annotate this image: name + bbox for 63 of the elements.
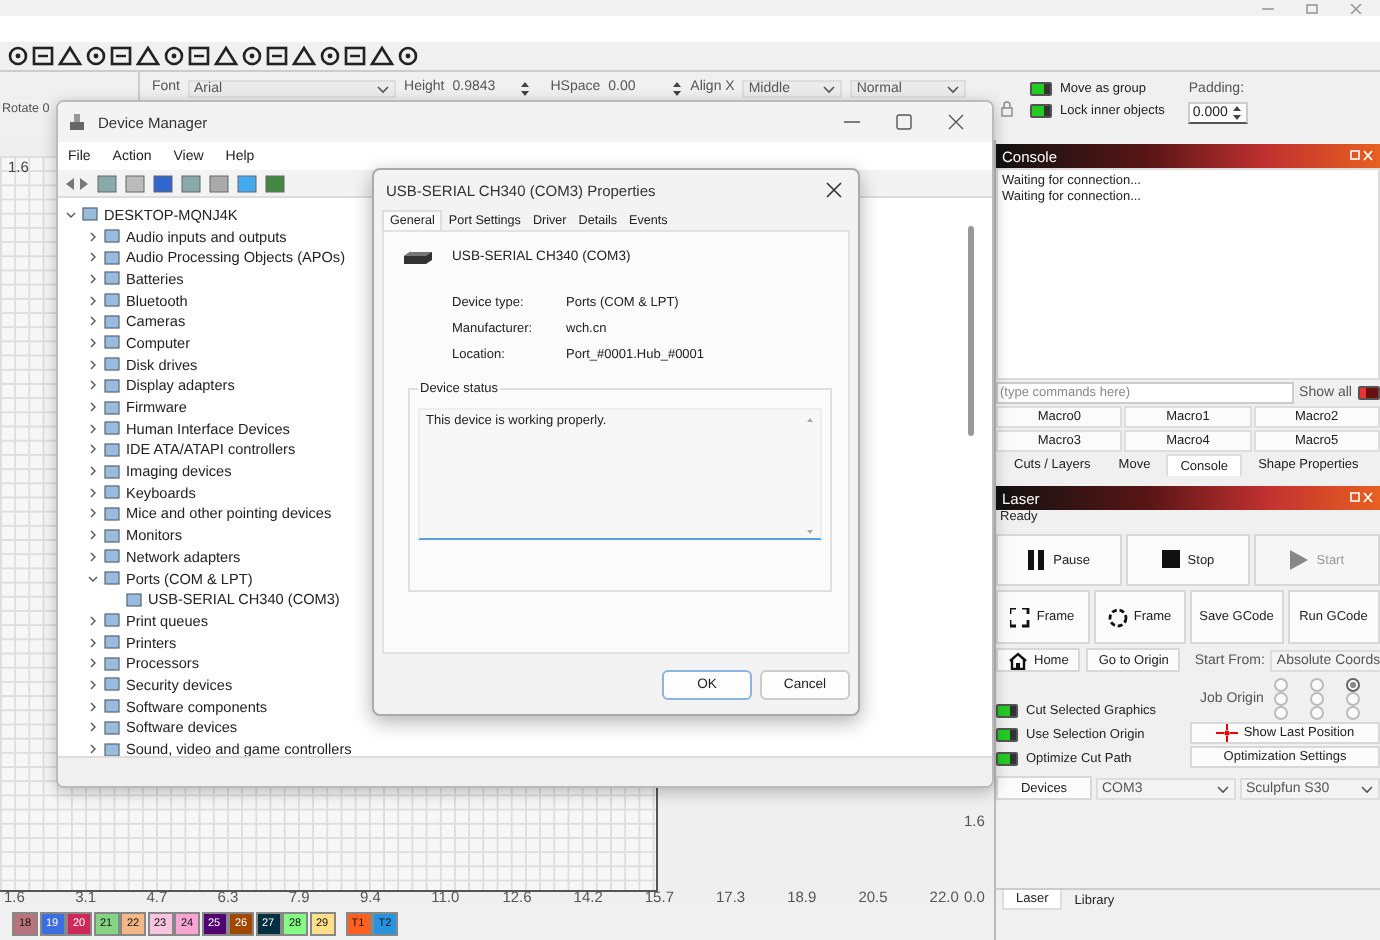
- chevron-right-icon[interactable]: [88, 701, 98, 712]
- chevron-right-icon[interactable]: [88, 466, 98, 477]
- radio-button[interactable]: [1345, 706, 1360, 720]
- chevron-right-icon[interactable]: [88, 359, 98, 370]
- radio-button[interactable]: [1273, 678, 1288, 692]
- radio-button[interactable]: [1309, 678, 1324, 692]
- caret-icon: [1216, 783, 1230, 793]
- chevron-right-icon[interactable]: [88, 295, 98, 306]
- radio-button[interactable]: [1309, 692, 1324, 706]
- toggle-switch[interactable]: [1358, 385, 1380, 399]
- radio-button[interactable]: [1273, 692, 1288, 706]
- spinner-icon[interactable]: [1231, 104, 1242, 122]
- chevron-right-icon[interactable]: [88, 402, 98, 413]
- toggle-switch[interactable]: [1030, 104, 1052, 118]
- chevron-right-icon[interactable]: [88, 744, 98, 755]
- chevron-down-icon[interactable]: [88, 573, 98, 584]
- close-icon[interactable]: [826, 182, 842, 198]
- chevron-right-icon[interactable]: [88, 273, 98, 284]
- dashed-circle-icon: [1107, 607, 1128, 627]
- chevron-right-icon[interactable]: [88, 316, 98, 327]
- chevron-right-icon[interactable]: [88, 615, 98, 626]
- chevron-right-icon[interactable]: [88, 252, 98, 263]
- close-icon[interactable]: [948, 114, 964, 130]
- play-icon: [1290, 550, 1311, 570]
- chevron-right-icon[interactable]: [88, 679, 98, 690]
- radio-button[interactable]: [1273, 706, 1288, 720]
- float-close-icons-drawing[interactable]: [1350, 150, 1374, 162]
- chevron-right-icon[interactable]: [88, 380, 98, 391]
- spinner-icon[interactable]: [520, 80, 531, 98]
- caret-icon: [946, 84, 961, 94]
- chevron-right-icon[interactable]: [88, 231, 98, 242]
- caret-icon: [376, 84, 391, 94]
- toggle-switch[interactable]: [1030, 82, 1052, 96]
- chevron-right-icon[interactable]: [88, 551, 98, 562]
- lock-icon[interactable]: [1000, 100, 1014, 118]
- stop-icon: [1161, 550, 1182, 570]
- chevron-right-icon[interactable]: [88, 444, 98, 455]
- chevron-right-icon[interactable]: [88, 423, 98, 434]
- toggle-switch[interactable]: [996, 751, 1018, 765]
- chevron-right-icon[interactable]: [88, 337, 98, 348]
- computer-icon: [68, 112, 86, 132]
- chevron-right-icon[interactable]: [88, 722, 98, 733]
- maximize-icon[interactable]: [896, 114, 912, 130]
- chevron-right-icon[interactable]: [88, 487, 98, 498]
- radio-button[interactable]: [1345, 678, 1360, 692]
- pause-icon: [1027, 550, 1048, 570]
- toggle-switch[interactable]: [996, 727, 1018, 741]
- toggle-switch[interactable]: [996, 703, 1018, 717]
- caret-icon: [1360, 783, 1374, 793]
- radio-button[interactable]: [1309, 706, 1324, 720]
- chevron-right-icon[interactable]: [88, 658, 98, 669]
- float-close-icons-drawing[interactable]: [1350, 492, 1374, 504]
- chevron-right-icon[interactable]: [88, 637, 98, 648]
- spinner-icon[interactable]: [672, 80, 683, 98]
- chevron-down-icon[interactable]: [66, 209, 76, 220]
- house-icon: [1008, 651, 1028, 669]
- serial-device-icon: [404, 250, 432, 264]
- chevron-right-icon[interactable]: [88, 530, 98, 541]
- radio-button[interactable]: [1345, 692, 1360, 706]
- scrollbar[interactable]: [968, 226, 974, 436]
- caret-icon: [822, 84, 837, 94]
- crosshair-icon: [1215, 724, 1238, 742]
- chevron-right-icon[interactable]: [88, 508, 98, 519]
